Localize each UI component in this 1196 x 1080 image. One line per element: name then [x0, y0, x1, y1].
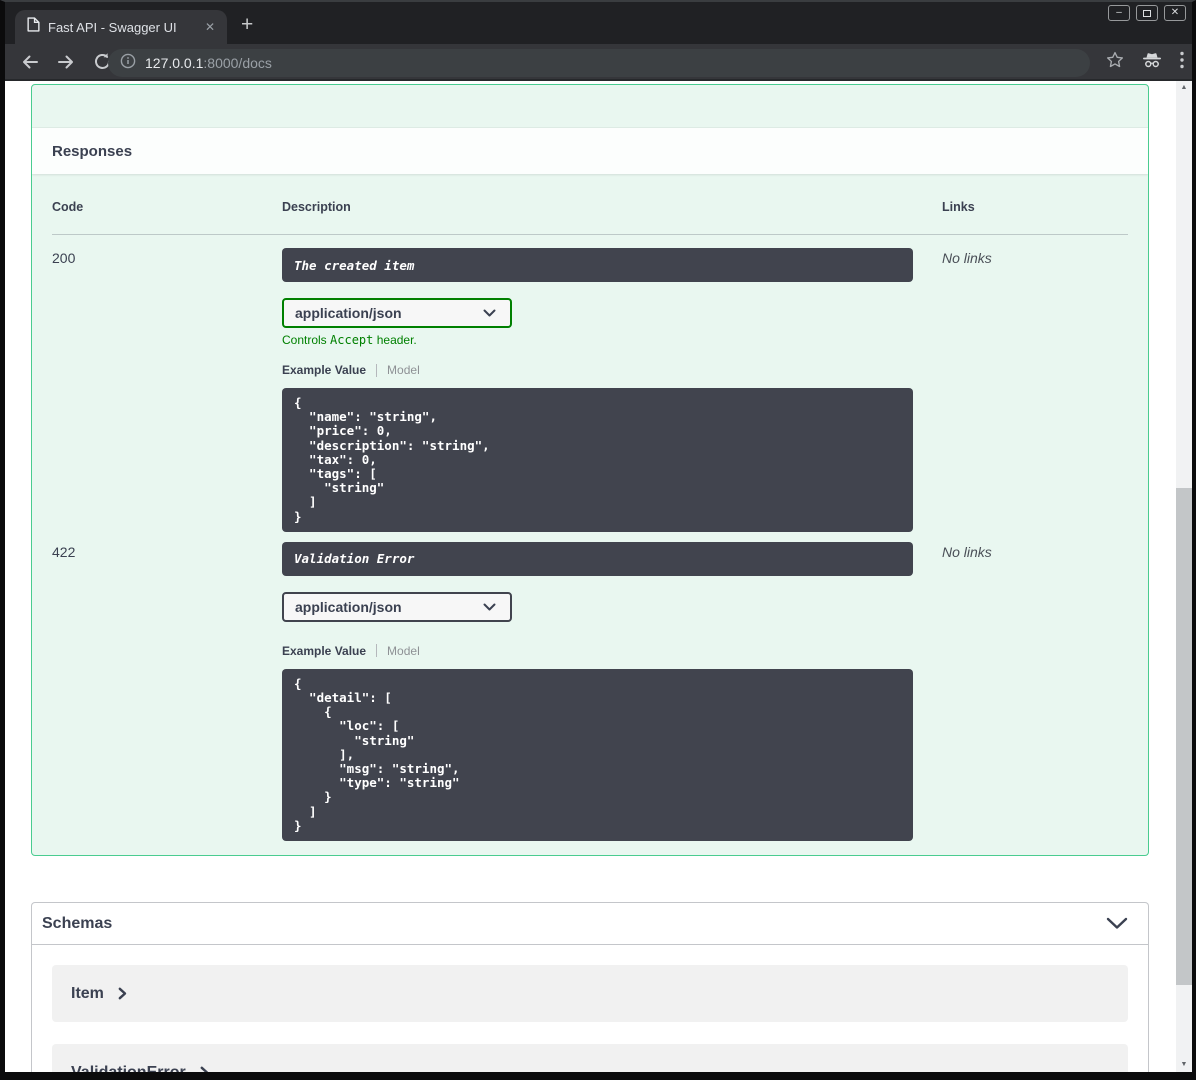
url-host: 127.0.0.1: [145, 55, 204, 71]
response-description-text: The created item: [294, 257, 415, 273]
responses-table-head: Code Description Links: [52, 174, 1128, 235]
col-header-description: Description: [282, 200, 942, 235]
accept-header-note: Controls Accept header.: [282, 333, 942, 347]
schemas-section: Schemas Item ValidationError: [31, 902, 1149, 1072]
chevron-down-icon[interactable]: [1106, 917, 1128, 930]
chevron-right-icon: [200, 1066, 208, 1072]
page-favicon-icon: [27, 17, 40, 37]
url-path: :8000/docs: [203, 55, 272, 71]
col-header-code: Code: [52, 200, 282, 235]
responses-table: Code Description Links 200 The created i…: [32, 174, 1148, 842]
accept-note-post: header.: [373, 333, 417, 347]
responses-title: Responses: [52, 142, 133, 160]
response-description-cell: The created item application/json Contro…: [282, 248, 942, 532]
page-scrollbar[interactable]: ▲ ▼: [1176, 81, 1192, 1072]
model-name: ValidationError: [71, 1063, 186, 1073]
scrollbar-thumb[interactable]: [1176, 488, 1192, 985]
schemas-header[interactable]: Schemas: [32, 903, 1148, 945]
example-json-box: { "detail": [ { "loc": [ "string" ], "ms…: [282, 668, 913, 842]
tab-example-value[interactable]: Example Value: [282, 363, 366, 377]
accept-note-pre: Controls: [282, 333, 331, 347]
accept-note-mono: Accept: [330, 333, 374, 347]
model-card-item[interactable]: Item: [52, 965, 1128, 1022]
bookmark-star-icon[interactable]: [1106, 51, 1124, 74]
response-links: No links: [942, 250, 992, 266]
browser-tab[interactable]: Fast API - Swagger UI ✕: [15, 10, 227, 44]
example-model-tabs: Example Value Model: [282, 644, 942, 658]
example-model-tabs: Example Value Model: [282, 363, 942, 377]
back-button[interactable]: [15, 48, 45, 76]
response-description-cell: Validation Error application/json Exampl…: [282, 541, 942, 842]
media-type-value: application/json: [295, 598, 402, 615]
response-description-box: Validation Error: [282, 541, 913, 576]
browser-toolbar: 127.0.0.1:8000/docs: [5, 44, 1192, 81]
example-json-box: { "name": "string", "price": 0, "descrip…: [282, 388, 913, 532]
model-card-validationerror[interactable]: ValidationError: [52, 1044, 1128, 1072]
close-button[interactable]: ✕: [1164, 5, 1186, 21]
tab-bar: Fast API - Swagger UI ✕ + – ✕: [5, 2, 1192, 44]
scroll-down-icon[interactable]: ▼: [1176, 1061, 1192, 1068]
example-json-200: { "name": "string", "price": 0, "descrip…: [294, 395, 490, 524]
tab-model[interactable]: Model: [387, 644, 420, 658]
response-row-422: 422 Validation Error application/json Ex…: [52, 532, 1128, 842]
tab-example-value[interactable]: Example Value: [282, 644, 366, 658]
address-bar[interactable]: 127.0.0.1:8000/docs: [108, 49, 1090, 77]
opblock-spacer: [32, 85, 1148, 128]
media-type-value: application/json: [295, 305, 402, 321]
chevron-down-icon: [483, 309, 496, 317]
example-json-422: { "detail": [ { "loc": [ "string" ], "ms…: [294, 675, 460, 833]
url-text[interactable]: 127.0.0.1:8000/docs: [145, 55, 272, 71]
opblock-post-section: Responses Code Description Links 200 The…: [31, 84, 1149, 856]
response-row-200: 200 The created item application/json Co…: [52, 235, 1128, 532]
tab-model[interactable]: Model: [387, 363, 420, 377]
page-content: Responses Code Description Links 200 The…: [5, 81, 1192, 1072]
chevron-down-icon: [483, 603, 496, 611]
response-links: No links: [942, 543, 992, 560]
schemas-title: Schemas: [42, 914, 113, 932]
menu-dots-icon[interactable]: [1180, 51, 1184, 74]
tab-separator: [376, 644, 378, 658]
site-info-icon[interactable]: [120, 53, 136, 74]
toolbar-right-icons: [1106, 44, 1184, 81]
model-name: Item: [71, 984, 104, 1002]
tab-separator: [376, 363, 378, 377]
scroll-up-icon[interactable]: ▲: [1176, 84, 1192, 91]
minimize-button[interactable]: –: [1108, 5, 1130, 21]
media-type-select[interactable]: application/json: [282, 298, 512, 328]
window-controls: – ✕: [1108, 5, 1186, 21]
maximize-icon: [1143, 9, 1151, 17]
browser-window: Fast API - Swagger UI ✕ + – ✕ 127.0.0.1:…: [0, 0, 1196, 1080]
maximize-button[interactable]: [1136, 5, 1158, 21]
col-header-links: Links: [942, 200, 1128, 235]
responses-section-header: Responses: [32, 128, 1148, 174]
forward-button[interactable]: [51, 48, 81, 76]
tab-title: Fast API - Swagger UI: [48, 19, 177, 35]
new-tab-button[interactable]: +: [241, 14, 253, 35]
response-code: 422: [52, 543, 76, 560]
response-description-text: Validation Error: [294, 551, 415, 567]
response-code: 200: [52, 250, 76, 266]
response-description-box: The created item: [282, 248, 913, 282]
media-type-select[interactable]: application/json: [282, 591, 512, 622]
schemas-body: Item ValidationError: [32, 945, 1148, 1072]
incognito-profile-icon[interactable]: [1142, 52, 1162, 74]
chevron-right-icon: [118, 987, 127, 1000]
tab-close-icon[interactable]: ✕: [201, 20, 219, 34]
